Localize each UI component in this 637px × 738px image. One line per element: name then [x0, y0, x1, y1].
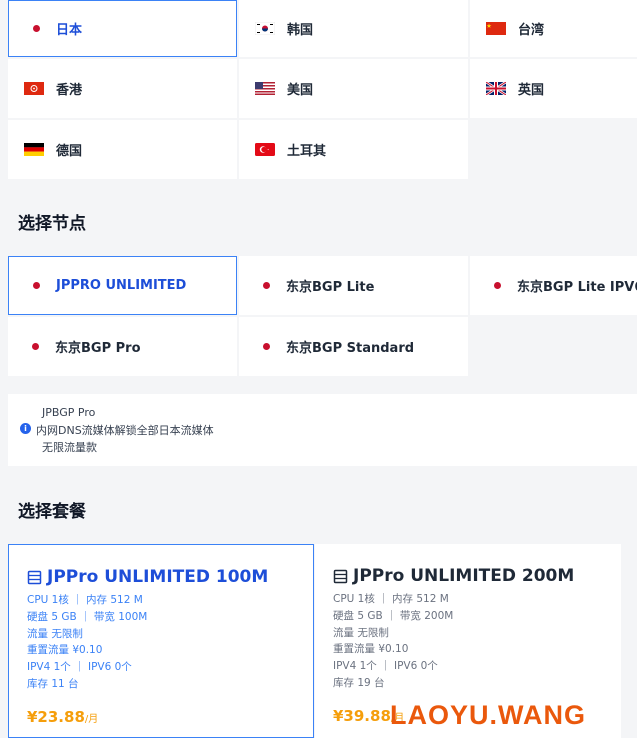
hongkong-flag-icon	[24, 82, 44, 95]
plan-card-100m[interactable]: JPPro UNLIMITED 100M CPU 1核 ｜ 内存 512 M 硬…	[8, 544, 314, 738]
plan-specs: CPU 1核 ｜ 内存 512 M 硬盘 5 GB ｜ 带宽 200M 流量 无…	[333, 591, 621, 692]
turkey-flag-icon	[255, 143, 275, 156]
japan-dot-icon	[263, 282, 270, 289]
plan-section-title: 选择套餐	[18, 502, 86, 522]
region-label: 土耳其	[287, 144, 327, 159]
spec-stock: 库存 19 台	[333, 676, 385, 689]
japan-dot-icon	[263, 343, 270, 350]
spec-cpu-mem: CPU 1核 ｜ 内存 512 M	[27, 594, 143, 606]
node-option-tokyo-bgp-pro[interactable]: 东京BGP Pro	[8, 317, 237, 376]
spec-reset: 重置流量 ¥0.10	[27, 644, 103, 657]
spec-reset: 重置流量 ¥0.10	[333, 643, 409, 656]
spec-cpu-mem: CPU 1核 ｜ 内存 512 M	[333, 593, 449, 605]
region-option-japan[interactable]: 日本	[8, 0, 237, 57]
region-label: 台湾	[518, 23, 545, 38]
plan-title-text: JPPro UNLIMITED 100M	[47, 567, 269, 587]
korea-flag-icon	[255, 22, 275, 35]
watermark: LAOYU.WANG	[390, 700, 586, 730]
region-option-hongkong[interactable]: 香港	[8, 59, 237, 118]
node-label: JPPRO UNLIMITED	[56, 278, 187, 293]
region-label: 美国	[287, 83, 314, 98]
plan-title: JPPro UNLIMITED 100M	[27, 567, 313, 587]
spec-stock: 库存 11 台	[27, 677, 79, 690]
usa-flag-icon	[255, 82, 275, 95]
spec-ip: IPV4 1个 ｜ IPV6 0个	[333, 660, 438, 673]
plan-price: ¥23.88/月	[27, 708, 99, 726]
region-option-germany[interactable]: 德国	[8, 120, 237, 179]
spec-disk-bw: 硬盘 5 GB ｜ 带宽 200M	[333, 609, 454, 622]
info-line-traffic: 无限流量款	[42, 441, 97, 454]
region-option-taiwan[interactable]: 台湾	[470, 0, 637, 57]
japan-dot-icon	[32, 343, 39, 350]
region-grid: 日本 韩国 台湾 香港 美国 英国 德国 土耳其	[8, 0, 637, 179]
node-label: 东京BGP Pro	[55, 341, 141, 356]
region-label: 英国	[518, 83, 545, 98]
server-icon	[27, 570, 42, 584]
taiwan-flag-icon	[486, 22, 506, 35]
japan-dot-icon	[33, 25, 40, 32]
germany-flag-icon	[24, 143, 44, 156]
plan-title-text: JPPro UNLIMITED 200M	[353, 566, 575, 586]
region-label: 德国	[56, 144, 83, 159]
region-option-turkey[interactable]: 土耳其	[239, 120, 468, 179]
node-grid: JPPRO UNLIMITED 东京BGP Lite 东京BGP Lite IP…	[8, 256, 637, 376]
plan-specs: CPU 1核 ｜ 内存 512 M 硬盘 5 GB ｜ 带宽 100M 流量 无…	[27, 592, 313, 693]
node-label: 东京BGP Lite	[286, 280, 375, 295]
info-icon: i	[20, 423, 31, 434]
spec-traffic: 流量 无限制	[27, 627, 83, 640]
node-option-jppro-unlimited[interactable]: JPPRO UNLIMITED	[8, 256, 237, 315]
info-line-desc: 内网DNS流媒体解锁全部日本流媒体	[36, 424, 214, 437]
spec-ip: IPV4 1个 ｜ IPV6 0个	[27, 661, 132, 674]
japan-dot-icon	[33, 282, 40, 289]
region-option-korea[interactable]: 韩国	[239, 0, 468, 57]
node-option-tokyo-bgp-standard[interactable]: 东京BGP Standard	[239, 317, 468, 376]
node-label: 东京BGP Lite IPV6	[517, 280, 637, 295]
node-option-tokyo-bgp-lite[interactable]: 东京BGP Lite	[239, 256, 468, 315]
server-icon	[333, 569, 348, 583]
region-label: 日本	[56, 23, 83, 38]
region-label: 香港	[56, 83, 83, 98]
region-option-uk[interactable]: 英国	[470, 59, 637, 118]
info-line-name: JPBGP Pro	[42, 406, 96, 419]
node-section-title: 选择节点	[18, 214, 86, 234]
spec-disk-bw: 硬盘 5 GB ｜ 带宽 100M	[27, 610, 148, 623]
spec-traffic: 流量 无限制	[333, 626, 389, 639]
region-label: 韩国	[287, 23, 314, 38]
region-option-usa[interactable]: 美国	[239, 59, 468, 118]
node-info-box: JPBGP Pro i 内网DNS流媒体解锁全部日本流媒体 无限流量款	[8, 394, 637, 466]
japan-dot-icon	[494, 282, 501, 289]
node-label: 东京BGP Standard	[286, 341, 415, 356]
uk-flag-icon	[486, 82, 506, 95]
plan-title: JPPro UNLIMITED 200M	[333, 566, 621, 586]
node-option-tokyo-bgp-lite-ipv6[interactable]: 东京BGP Lite IPV6	[470, 256, 637, 315]
